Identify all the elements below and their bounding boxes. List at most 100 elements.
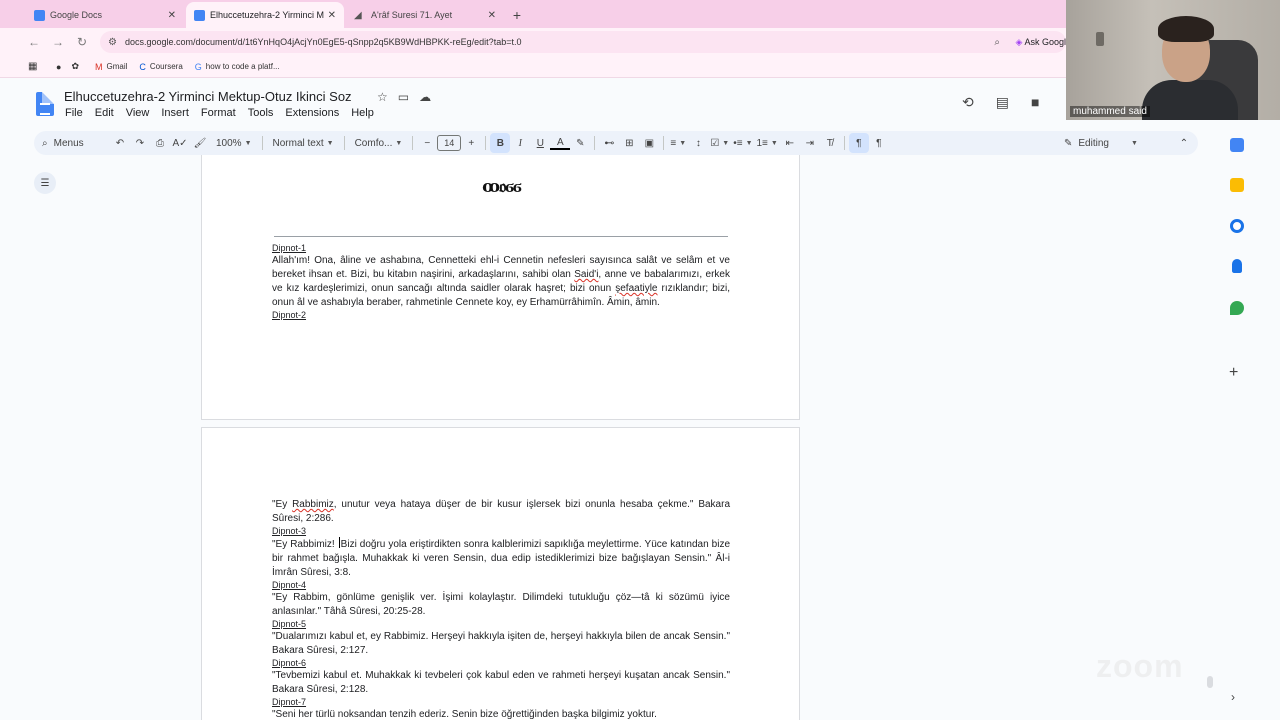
bookmark-gmail[interactable]: M Gmail [95, 62, 127, 72]
menu-format[interactable]: Format [201, 107, 236, 119]
menu-insert[interactable]: Insert [161, 107, 189, 119]
search-menus-button[interactable]: ⌕ Menus [34, 133, 110, 153]
chevron-up-icon[interactable]: ⌃ [1174, 133, 1194, 153]
footnote-label[interactable]: Dipnot-1 [272, 243, 730, 254]
paint-format-icon[interactable]: 🖌 [190, 133, 210, 153]
tasks-icon[interactable] [1230, 219, 1244, 233]
chatgpt-icon[interactable]: ✿ [71, 61, 83, 72]
footnotes-area[interactable]: Dipnot-1 Allah'ım! Ona, âline ve ashabın… [272, 243, 730, 321]
add-comment-icon[interactable]: ⊞ [619, 133, 639, 153]
numbered-list-icon[interactable]: 1≡ ▼ [755, 133, 780, 153]
checklist-icon[interactable]: ☑ ▼ [708, 133, 731, 153]
menu-extensions[interactable]: Extensions [285, 107, 339, 119]
footnotes-area[interactable]: "Ey Rabbimiz, unutur veya hataya düşer d… [272, 498, 730, 720]
bulleted-list-icon[interactable]: •≡ ▼ [731, 133, 754, 153]
footnote-text[interactable]: Allah'ım! Ona, âline ve ashabına, Cennet… [272, 254, 730, 310]
decrease-font-size-icon[interactable]: − [417, 133, 437, 153]
menu-help[interactable]: Help [351, 107, 374, 119]
comments-icon[interactable]: ▤ [996, 94, 1009, 111]
redo-icon[interactable]: ↷ [130, 133, 150, 153]
footnote-label[interactable]: Dipnot-4 [272, 580, 730, 591]
footnote-text[interactable]: "Ey Rabbim, gönlüme genişlik ver. İşimi … [272, 591, 730, 619]
font-select[interactable]: Comfo... ▼ [349, 133, 409, 153]
footnote-text[interactable]: "Ey Rabbimiz, unutur veya hataya düşer d… [272, 498, 730, 526]
reload-icon[interactable]: ↻ [70, 35, 94, 49]
clear-formatting-icon[interactable]: T̸ [820, 133, 840, 153]
docs-logo-icon[interactable] [36, 92, 54, 116]
zoom-icon[interactable]: ⌕ [994, 37, 1000, 48]
menu-tools[interactable]: Tools [248, 107, 274, 119]
tab-araf-suresi[interactable]: ◢ A'râf Suresi 71. Ayet ✕ [346, 2, 504, 28]
menu-edit[interactable]: Edit [95, 107, 114, 119]
font-size-input[interactable]: 14 [437, 135, 462, 151]
back-icon[interactable]: ← [22, 35, 46, 49]
calendar-icon[interactable] [1230, 138, 1244, 152]
align-icon[interactable]: ≡ ▼ [668, 133, 688, 153]
link-icon[interactable]: ⊷ [599, 133, 619, 153]
move-folder-icon[interactable]: ▭ [398, 90, 409, 104]
header-right-actions: ⟲ ▤ ■ [962, 94, 1039, 111]
maps-icon[interactable] [1230, 301, 1244, 315]
chevron-right-icon[interactable]: › [1231, 690, 1235, 704]
footnote-label[interactable]: Dipnot-2 [272, 310, 730, 321]
document-page: ꝏ𝔬ϭϭ Dipnot-1 Allah'ım! Ona, âline ve as… [201, 155, 800, 420]
increase-indent-icon[interactable]: ⇥ [800, 133, 820, 153]
ask-google-button[interactable]: ◈ Ask Googl [1016, 37, 1066, 48]
footnote-label[interactable]: Dipnot-5 [272, 619, 730, 630]
footnote-text[interactable]: "Tevbemizi kabul et. Muhakkak ki tevbele… [272, 669, 730, 697]
zoom-select[interactable]: 100% ▼ [210, 133, 258, 153]
menu-view[interactable]: View [126, 107, 150, 119]
line-spacing-icon[interactable]: ↕ [688, 133, 708, 153]
underline-icon[interactable]: U [530, 133, 550, 153]
misspelled-word[interactable]: şefaatiyle [615, 283, 657, 294]
footnote-label[interactable]: Dipnot-7 [272, 697, 730, 708]
star-icon[interactable]: ☆ [377, 90, 388, 104]
close-icon[interactable]: ✕ [168, 10, 176, 21]
bookmark-coursera[interactable]: C Coursera [139, 62, 182, 72]
footnote-text[interactable]: "Ey Rabbimiz! Bizi doğru yola eriştirdik… [272, 537, 730, 580]
misspelled-word[interactable]: Rabbimiz [292, 499, 334, 510]
scrollbar[interactable] [1207, 676, 1213, 688]
meet-icon[interactable]: ■ [1031, 94, 1039, 111]
print-icon[interactable]: ⎙ [150, 133, 170, 153]
add-addon-icon[interactable]: + [1229, 364, 1238, 382]
highlight-icon[interactable]: ✎ [570, 133, 590, 153]
italic-icon[interactable]: I [510, 133, 530, 153]
footnote-text[interactable]: "Seni her türlü noksandan tenzih ederiz.… [272, 708, 730, 720]
bold-icon[interactable]: B [490, 133, 511, 153]
close-icon[interactable]: ✕ [328, 10, 336, 21]
spellcheck-icon[interactable]: A✓ [170, 133, 190, 153]
misspelled-word[interactable]: Said'i [574, 269, 598, 280]
rtl-paragraph-icon[interactable]: ¶ [869, 133, 889, 153]
bookmark-google-search[interactable]: Ghow to code a platf... [195, 62, 280, 72]
tab-elhuccetuzehra[interactable]: Elhuccetuzehra-2 Yirminci Mekt ✕ [186, 2, 344, 28]
github-icon[interactable]: ● [56, 62, 65, 72]
keep-icon[interactable] [1230, 178, 1244, 192]
increase-font-size-icon[interactable]: + [461, 133, 481, 153]
apps-icon[interactable]: ▦ [28, 61, 37, 72]
ltr-paragraph-icon[interactable]: ¶ [848, 133, 869, 153]
decrease-indent-icon[interactable]: ⇤ [780, 133, 800, 153]
cloud-saved-icon[interactable]: ☁ [419, 90, 431, 104]
new-tab-button[interactable]: + [506, 2, 528, 28]
style-value: Normal text [272, 137, 324, 149]
paragraph-style-select[interactable]: Normal text ▼ [267, 133, 340, 153]
insert-image-icon[interactable]: ▣ [639, 133, 659, 153]
document-title[interactable]: Elhuccetuzehra-2 Yirminci Mektup-Otuz Ik… [64, 89, 352, 104]
forward-icon[interactable]: → [46, 35, 70, 49]
address-bar[interactable]: ⚙ docs.google.com/document/d/1t6YnHqO4jA… [100, 31, 1066, 53]
footnote-text[interactable]: "Dualarımızı kabul et, ey Rabbimiz. Herş… [272, 630, 730, 658]
document-outline-icon[interactable]: ☰ [34, 172, 56, 194]
contacts-icon[interactable] [1232, 259, 1242, 273]
undo-icon[interactable]: ↶ [110, 133, 130, 153]
site-info-icon[interactable]: ⚙ [108, 37, 117, 48]
menu-file[interactable]: File [65, 107, 83, 119]
editing-mode-select[interactable]: ✎ Editing ▼ [1064, 133, 1156, 153]
close-icon[interactable]: ✕ [488, 10, 496, 21]
footnote-label[interactable]: Dipnot-3 [272, 526, 730, 537]
tab-google-docs[interactable]: Google Docs ✕ [26, 2, 184, 28]
version-history-icon[interactable]: ⟲ [962, 94, 974, 111]
text-color-icon[interactable]: A [550, 136, 571, 150]
menu-bar: File Edit View Insert Format Tools Exten… [65, 107, 374, 119]
footnote-label[interactable]: Dipnot-6 [272, 658, 730, 669]
